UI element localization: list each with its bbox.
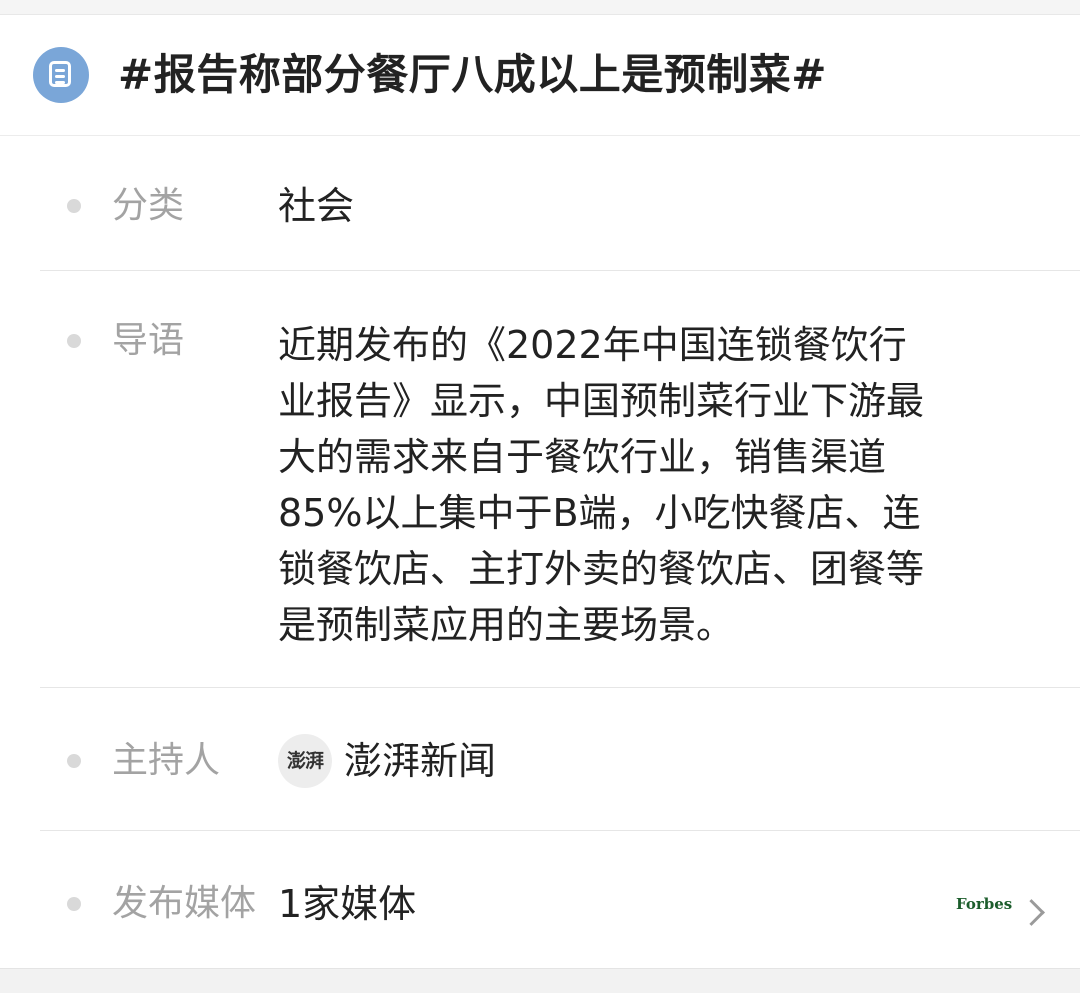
media-count[interactable]: 1家媒体 (278, 880, 416, 928)
lead-text: 近期发布的《2022年中国连锁餐饮行 业报告》显示，中国预制菜行业下游最 大的需… (278, 323, 925, 647)
lead-label: 导语 (112, 320, 185, 361)
category-value[interactable]: 社会 (278, 182, 354, 230)
host-label: 主持人 (112, 740, 221, 781)
topic-header: #报告称部分餐厅八成以上是预制菜# (0, 15, 1080, 136)
host-row[interactable]: 主持人 澎湃 澎湃新闻 (0, 688, 1080, 831)
media-label: 发布媒体 (112, 883, 257, 924)
bullet-dot (67, 897, 81, 911)
bullet-dot (67, 334, 81, 348)
category-row: 分类 社会 (0, 136, 1080, 271)
bullet-dot (67, 754, 81, 768)
forbes-logo[interactable]: Forbes (956, 895, 1012, 913)
host-avatar[interactable]: 澎湃 (278, 734, 332, 788)
doc-line (55, 69, 65, 72)
document-list-icon (33, 47, 89, 103)
category-label: 分类 (112, 185, 185, 226)
topic-detail-page: #报告称部分餐厅八成以上是预制菜# 分类 社会 导语 近期发布的《2022年中国… (0, 0, 1080, 993)
doc-line (55, 81, 65, 84)
doc-line (55, 75, 65, 78)
lead-row: 导语 近期发布的《2022年中国连锁餐饮行 业报告》显示，中国预制菜行业下游最 … (0, 271, 1080, 688)
top-separator (0, 0, 1080, 15)
host-name[interactable]: 澎湃新闻 (344, 737, 496, 785)
chevron-right-icon[interactable] (1018, 899, 1045, 926)
bottom-separator (0, 968, 1080, 993)
topic-title: #报告称部分餐厅八成以上是预制菜# (118, 50, 827, 99)
media-row[interactable]: 发布媒体 1家媒体 Forbes (0, 831, 1080, 968)
bullet-dot (67, 199, 81, 213)
